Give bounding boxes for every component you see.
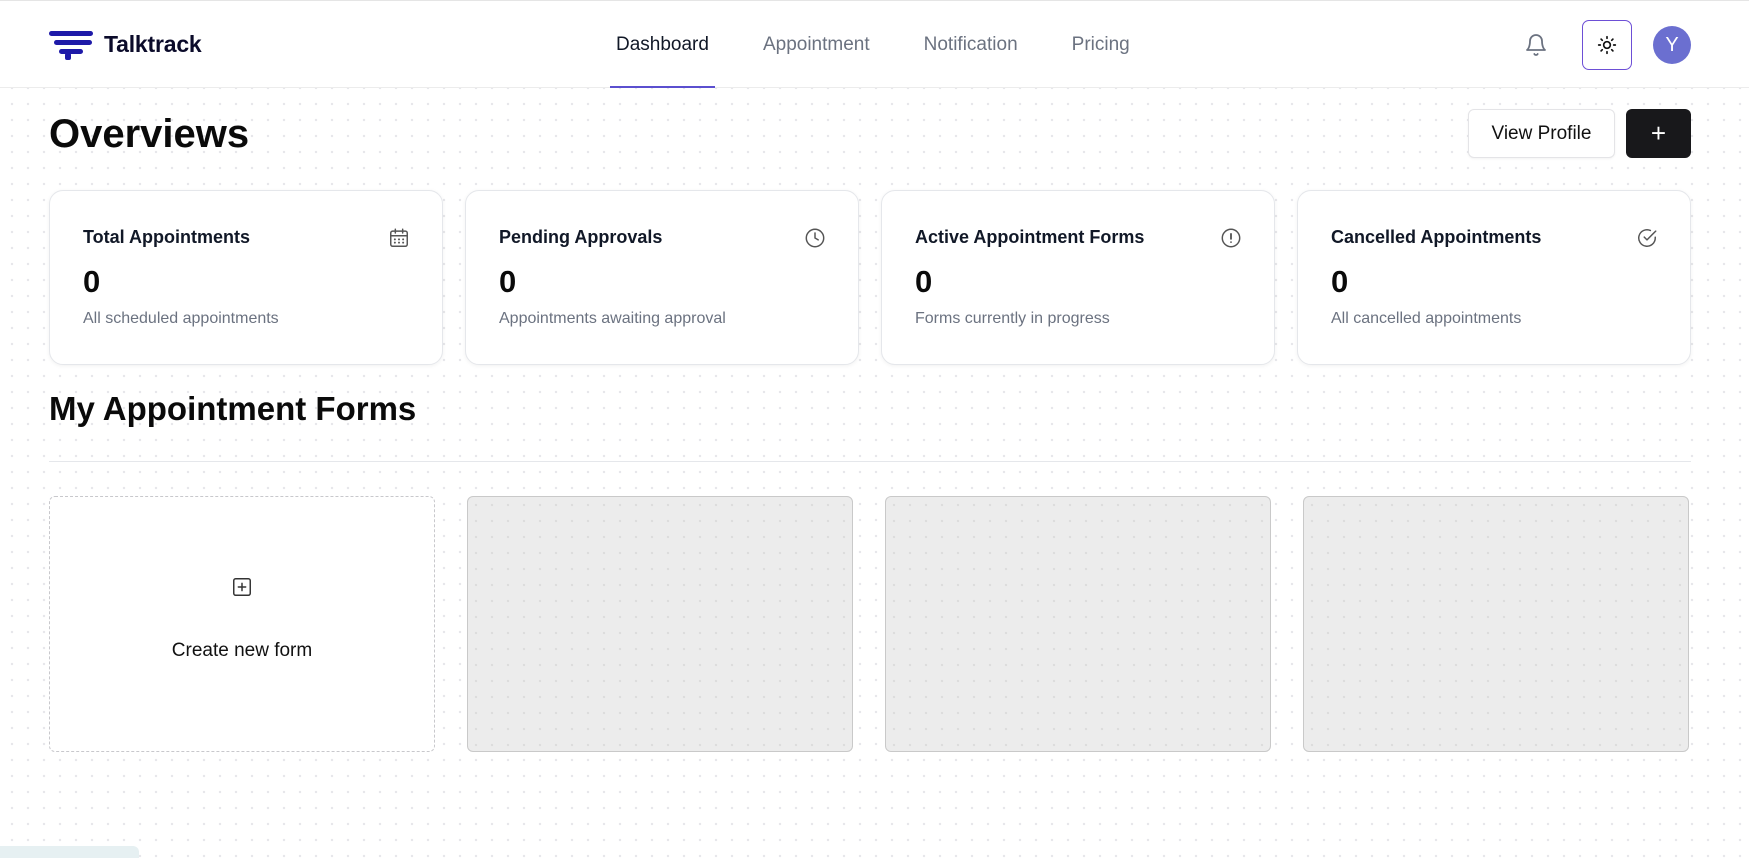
stat-card-active-forms: Active Appointment Forms 0 Forms current… [881,190,1275,365]
main-nav: Dashboard Appointment Notification Prici… [610,1,1178,89]
create-form-label: Create new form [171,640,313,661]
nav-dashboard[interactable]: Dashboard [610,1,715,89]
devtools-chip [0,846,139,858]
check-circle-icon [1638,229,1657,247]
add-button[interactable]: + [1626,109,1691,158]
bell-icon[interactable] [1524,33,1548,57]
stat-card-cancelled-appointments: Cancelled Appointments 0 All cancelled a… [1297,190,1691,365]
stat-value: 0 [1331,264,1349,299]
view-profile-button[interactable]: View Profile [1468,109,1615,158]
nav-pricing[interactable]: Pricing [1066,1,1136,89]
brand-logo[interactable]: Talktrack [49,27,202,61]
alert-circle-icon [1221,228,1241,248]
section-title: My Appointment Forms [49,390,417,427]
form-card-skeleton [467,496,853,752]
section-divider [49,461,1691,462]
top-navbar: Talktrack Dashboard Appointment Notifica… [0,0,1749,88]
stats-row: Total Appointments 0 All scheduled appoi… [49,190,1691,365]
stat-card-pending-approvals: Pending Approvals 0 Appointments awaitin… [465,190,859,365]
clock-icon [805,228,825,248]
nav-notification[interactable]: Notification [918,1,1024,89]
logo-icon [49,31,93,60]
nav-appointment[interactable]: Appointment [757,1,876,89]
stat-description: All scheduled appointments [83,310,279,327]
forms-grid: Create new form [49,496,1689,752]
plus-square-icon [233,578,251,596]
theme-toggle-button[interactable] [1582,20,1632,70]
stat-description: Forms currently in progress [915,310,1110,327]
user-avatar[interactable]: Y [1653,26,1691,64]
create-form-card[interactable]: Create new form [49,496,435,752]
brand-name: Talktrack [104,30,202,57]
sun-icon [1597,35,1617,55]
stat-value: 0 [499,264,517,299]
form-card-skeleton [885,496,1271,752]
stat-card-total-appointments: Total Appointments 0 All scheduled appoi… [49,190,443,365]
stat-value: 0 [915,264,933,299]
page-title: Overviews [49,112,250,156]
stat-description: All cancelled appointments [1331,310,1522,327]
stat-description: Appointments awaiting approval [499,310,726,327]
stat-value: 0 [83,264,101,299]
calendar-icon [390,228,408,247]
form-card-skeleton [1303,496,1689,752]
